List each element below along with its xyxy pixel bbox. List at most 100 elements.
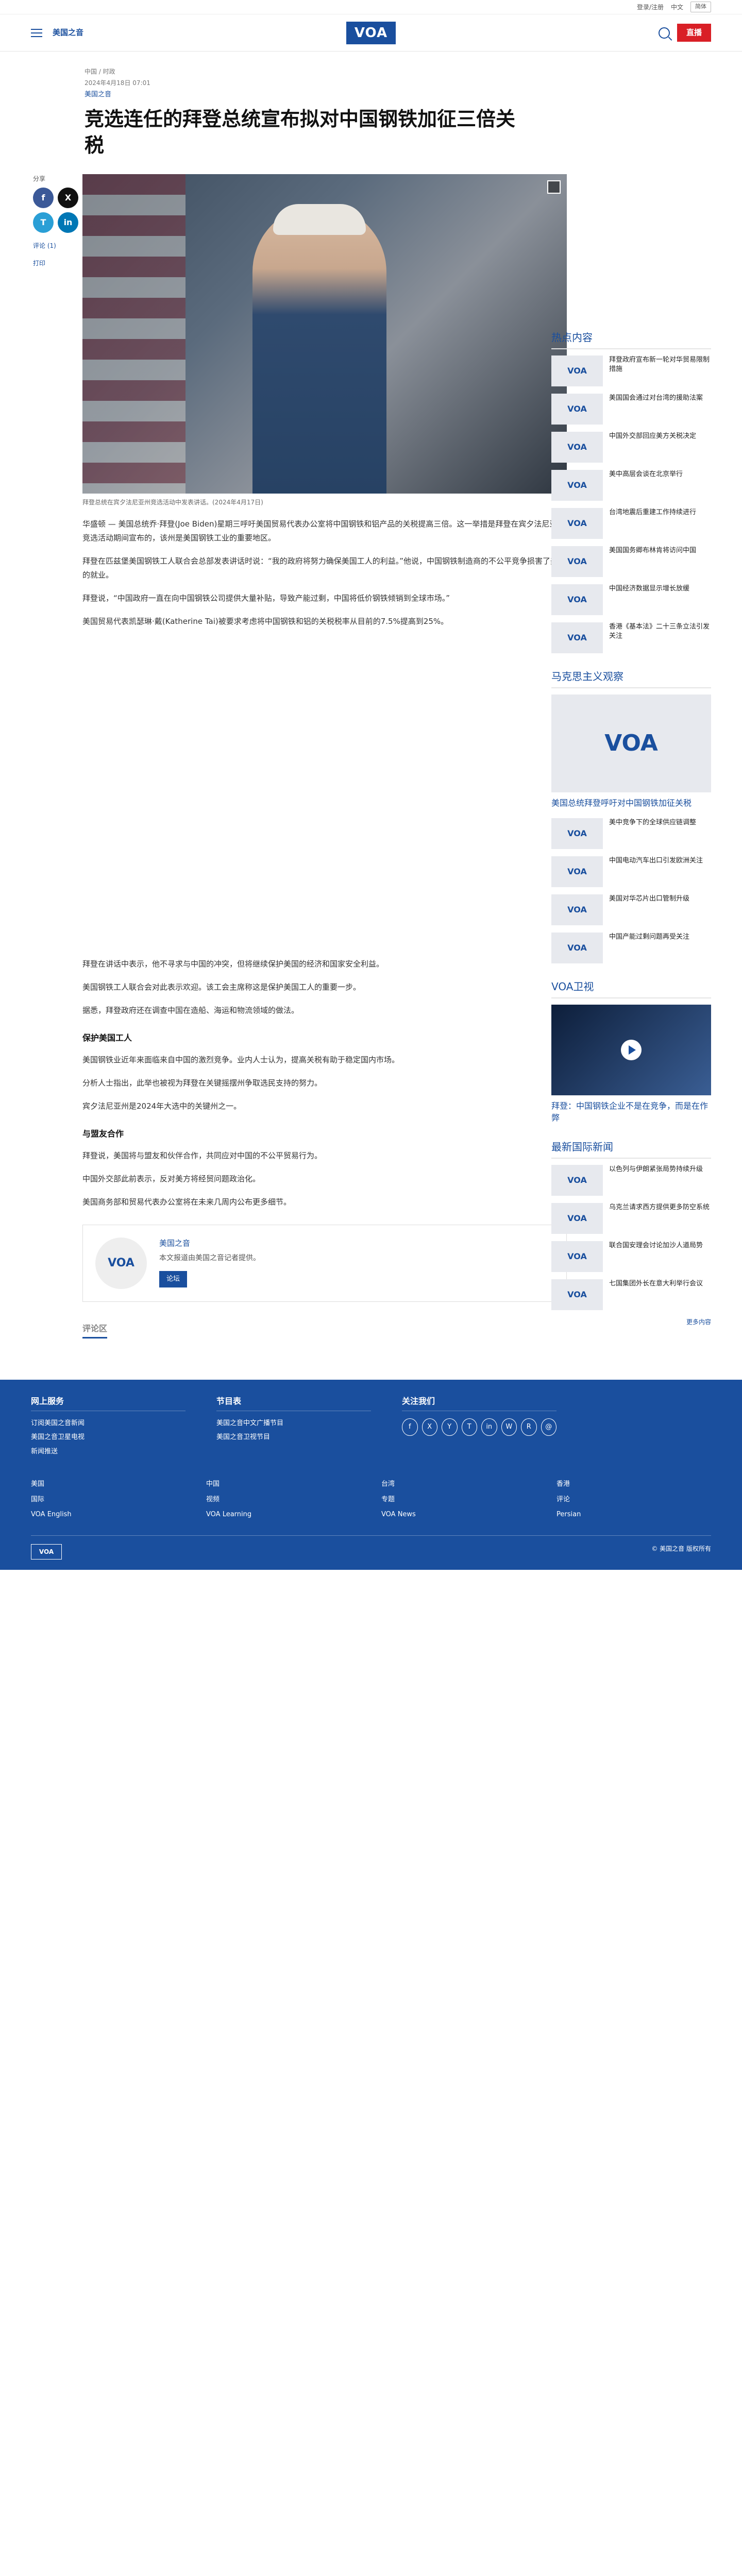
paragraph: 拜登在讲话中表示，他不寻求与中国的冲突，但将继续保护美国的经济和国家安全利益。 xyxy=(82,959,384,969)
live-button[interactable]: 直播 xyxy=(677,24,711,42)
thumbnail: VOA xyxy=(551,933,603,964)
comments-link[interactable]: 评论 (1) xyxy=(33,241,67,250)
footer-link[interactable]: 中国 xyxy=(206,1479,361,1489)
forum-button[interactable]: 论坛 xyxy=(159,1271,188,1287)
item-title: 拜登政府宣布新一轮对华贸易限制措施 xyxy=(609,356,710,374)
expand-icon[interactable] xyxy=(547,180,561,194)
list-item[interactable]: VOA 美国国会通过对台湾的援助法案 xyxy=(551,394,711,425)
author-avatar: VOA xyxy=(95,1237,147,1289)
linkedin-icon[interactable]: in xyxy=(58,212,78,233)
thumbnail: VOA xyxy=(551,432,603,463)
x-icon[interactable]: X xyxy=(58,188,78,209)
list-item[interactable]: VOA 香港《基本法》二十三条立法引发关注 xyxy=(551,622,711,653)
item-title: 中国产能过剩问题再受关注 xyxy=(609,933,690,941)
section-heading: 与盟友合作 xyxy=(82,1128,124,1139)
item-title: 美国国会通过对台湾的援助法案 xyxy=(609,394,703,402)
site-header: 美国之音 VOA 直播 xyxy=(0,14,742,52)
author-name[interactable]: 美国之音 xyxy=(159,1238,260,1249)
author-box: VOA 美国之音 本文报道由美国之音记者提供。 论坛 xyxy=(82,1224,567,1302)
copyright: © 美国之音 版权所有 xyxy=(651,1545,711,1552)
print-link[interactable]: 打印 xyxy=(33,259,67,268)
thumbnail: VOA xyxy=(551,856,603,888)
thumbnail: VOA xyxy=(551,546,603,577)
thumbnail: VOA xyxy=(551,894,603,926)
footer-link[interactable]: 美国之音卫星电视 xyxy=(31,1432,185,1443)
list-item[interactable]: VOA 美国国务卿布林肯将访问中国 xyxy=(551,546,711,577)
telegram-icon[interactable]: T xyxy=(33,212,54,233)
footer-link[interactable]: 订阅美国之音新闻 xyxy=(31,1418,185,1429)
list-item[interactable]: VOA 中国外交部回应美方关税决定 xyxy=(551,432,711,463)
youtube-icon[interactable]: Y xyxy=(442,1418,458,1436)
footer-link[interactable]: 视频 xyxy=(206,1495,361,1505)
footer-link[interactable]: 美国之音卫视节目 xyxy=(216,1432,371,1443)
footer-link[interactable]: 美国 xyxy=(31,1479,185,1489)
item-title: 联合国安理会讨论加沙人道局势 xyxy=(609,1242,703,1250)
linkedin-icon[interactable]: in xyxy=(481,1418,497,1436)
breadcrumb[interactable]: 中国 / 时政 xyxy=(85,67,517,76)
list-item[interactable]: VOA 拜登政府宣布新一轮对华贸易限制措施 xyxy=(551,355,711,386)
footer-link[interactable]: 专题 xyxy=(381,1495,536,1505)
list-item[interactable]: VOA 中国电动汽车出口引发欧洲关注 xyxy=(551,856,711,888)
footer-link[interactable]: 美国之音中文广播节目 xyxy=(216,1418,371,1429)
x-icon[interactable]: X xyxy=(421,1418,437,1436)
video-thumbnail[interactable] xyxy=(551,1005,711,1096)
thumbnail: VOA xyxy=(551,1241,603,1273)
item-title: 中国外交部回应美方关税决定 xyxy=(609,432,697,440)
rss-icon[interactable]: R xyxy=(521,1418,537,1436)
footer-link[interactable]: 国际 xyxy=(31,1495,185,1505)
comments-heading: 评论区 xyxy=(82,1323,108,1338)
list-item[interactable]: VOA 美国对华芯片出口管制升级 xyxy=(551,894,711,926)
footer-link[interactable]: 评论 xyxy=(556,1495,711,1505)
email-icon[interactable]: @ xyxy=(541,1418,556,1436)
play-icon[interactable] xyxy=(621,1040,642,1061)
footer-link[interactable]: Persian xyxy=(556,1510,711,1520)
footer-link[interactable]: 香港 xyxy=(556,1479,711,1489)
login-link[interactable]: 登录/注册 xyxy=(637,3,664,12)
thumbnail: VOA xyxy=(551,818,603,850)
item-title: 中国经济数据显示增长放缓 xyxy=(609,585,690,592)
footer-logo[interactable]: VOA xyxy=(31,1544,62,1560)
list-item[interactable]: VOA 联合国安理会讨论加沙人道局势 xyxy=(551,1241,711,1273)
list-item[interactable]: VOA 乌克兰请求西方提供更多防空系统 xyxy=(551,1203,711,1234)
whatsapp-icon[interactable]: W xyxy=(501,1418,517,1436)
byline[interactable]: 美国之音 xyxy=(85,90,517,100)
video-title[interactable]: 拜登：中国钢铁企业不是在竞争，而是在作弊 xyxy=(551,1100,711,1124)
menu-icon[interactable] xyxy=(31,28,42,37)
footer-link[interactable]: 新闻推送 xyxy=(31,1447,185,1457)
facebook-icon[interactable]: f xyxy=(33,188,54,209)
footer-link[interactable]: VOA Learning xyxy=(206,1510,361,1520)
lang-link[interactable]: 中文 xyxy=(671,3,683,12)
thumbnail: VOA xyxy=(551,622,603,653)
list-item[interactable]: VOA 美中高层会谈在北京举行 xyxy=(551,470,711,501)
footer-heading: 网上服务 xyxy=(31,1395,185,1411)
footer-link[interactable]: 台湾 xyxy=(381,1479,536,1489)
list-item[interactable]: VOA 以色列与伊朗紧张局势持续升级 xyxy=(551,1165,711,1196)
publish-date: 2024年4月18日 07:01 xyxy=(85,79,150,87)
footer-social: 关注我们 f X Y T in W R @ xyxy=(402,1395,556,1461)
telegram-icon[interactable]: T xyxy=(461,1418,477,1436)
paragraph: 美国钢铁工人联合会对此表示欢迎。该工会主席称这是保护美国工人的重要一步。 xyxy=(82,982,361,992)
footer-link[interactable]: VOA English xyxy=(31,1510,185,1520)
feature-thumbnail[interactable]: VOA xyxy=(551,694,711,792)
article-body: 华盛顿 — 美国总统乔·拜登(Joe Biden)星期三呼吁美国贸易代表办公室将… xyxy=(82,517,567,1209)
list-item[interactable]: VOA 台湾地震后重建工作持续进行 xyxy=(551,508,711,539)
list-item[interactable]: VOA 美中竞争下的全球供应链调整 xyxy=(551,818,711,850)
voa-logo[interactable]: VOA xyxy=(346,22,396,44)
search-icon[interactable] xyxy=(658,27,670,39)
item-title: 美中高层会谈在北京举行 xyxy=(609,470,683,478)
lead-image xyxy=(82,174,567,494)
item-title: 七国集团外长在意大利举行会议 xyxy=(609,1280,703,1288)
more-link[interactable]: 更多内容 xyxy=(551,1317,711,1327)
list-item[interactable]: VOA 中国经济数据显示增长放缓 xyxy=(551,584,711,615)
paragraph: 分析人士指出，此举也被视为拜登在关键摇摆州争取选民支持的努力。 xyxy=(82,1078,323,1088)
site-label[interactable]: 美国之音 xyxy=(53,27,83,39)
list-item[interactable]: VOA 中国产能过剩问题再受关注 xyxy=(551,933,711,964)
facebook-icon[interactable]: f xyxy=(402,1418,418,1436)
thumbnail: VOA xyxy=(551,470,603,501)
footer-link[interactable]: VOA News xyxy=(381,1510,536,1520)
list-item[interactable]: VOA 七国集团外长在意大利举行会议 xyxy=(551,1279,711,1311)
paragraph: 据悉，拜登政府还在调查中国在造船、海运和物流领域的做法。 xyxy=(82,1006,299,1015)
author-description: 本文报道由美国之音记者提供。 xyxy=(159,1254,260,1263)
script-toggle[interactable]: 简体 xyxy=(690,2,711,12)
feature-title[interactable]: 美国总统拜登呼吁对中国钢铁加征关税 xyxy=(551,798,711,809)
